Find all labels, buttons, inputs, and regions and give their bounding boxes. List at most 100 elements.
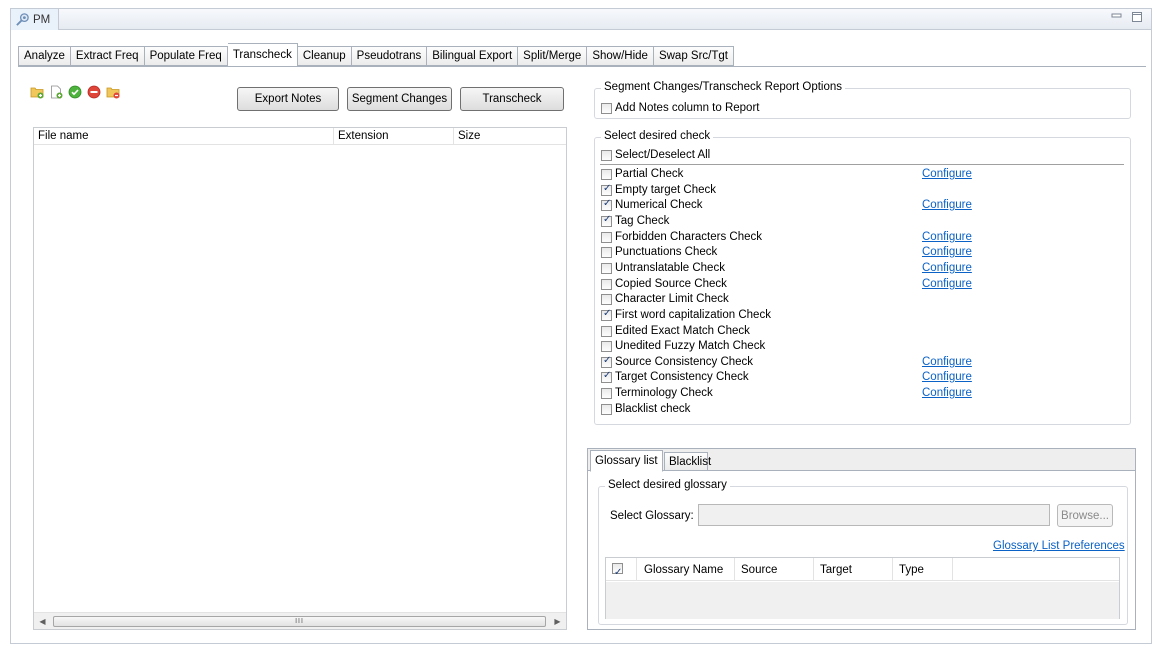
minimize-icon[interactable] xyxy=(1111,11,1123,23)
tag-check-box[interactable] xyxy=(601,214,612,227)
glossary-table[interactable]: Glossary Name Source Target Type xyxy=(605,557,1120,619)
target-consistency-check-checkbox[interactable]: Target Consistency Check xyxy=(601,370,749,383)
tab-analyze[interactable]: Analyze xyxy=(18,46,71,66)
scroll-right-arrow-icon[interactable]: ▶ xyxy=(549,613,566,630)
glossary-header-checkbox[interactable] xyxy=(612,561,623,585)
column-source[interactable]: Source xyxy=(735,558,814,581)
punctuations-check-box[interactable] xyxy=(601,246,612,258)
edited-exact-match-check-checkbox[interactable]: Edited Exact Match Check xyxy=(601,325,750,337)
empty-target-check-checkbox[interactable]: Empty target Check xyxy=(601,183,716,196)
file-table-header: File name Extension Size xyxy=(34,128,566,145)
terminology-check-box[interactable] xyxy=(601,387,612,399)
add-file-icon[interactable] xyxy=(49,85,63,99)
file-toolbar xyxy=(30,85,120,99)
glossary-group-title: Select desired glossary xyxy=(605,479,730,491)
browse-button[interactable]: Browse... xyxy=(1057,504,1113,527)
tab-split-merge[interactable]: Split/Merge xyxy=(518,46,588,66)
column-extension[interactable]: Extension xyxy=(334,128,454,145)
forbidden-characters-check-label: Forbidden Characters Check xyxy=(615,231,763,243)
check-list-separator xyxy=(600,164,1124,165)
column-size[interactable]: Size xyxy=(454,128,566,145)
forbidden-characters-check-box[interactable] xyxy=(601,231,612,243)
first-word-capitalization-check-box[interactable] xyxy=(601,308,612,321)
blacklist-check-box[interactable] xyxy=(601,403,612,415)
add-folder-icon[interactable] xyxy=(30,85,44,99)
column-target[interactable]: Target xyxy=(814,558,893,581)
export-notes-button[interactable]: Export Notes xyxy=(237,87,339,111)
tab-bilingual-export[interactable]: Bilingual Export xyxy=(427,46,519,66)
check-all-icon[interactable] xyxy=(68,85,82,99)
forbidden-characters-check-configure-link[interactable]: Configure xyxy=(922,231,972,243)
numerical-check-checkbox[interactable]: Numerical Check xyxy=(601,198,703,211)
first-word-capitalization-check-checkbox[interactable]: First word capitalization Check xyxy=(601,308,771,321)
tab-transcheck[interactable]: Transcheck xyxy=(227,43,298,67)
remove-icon[interactable] xyxy=(87,85,101,99)
tab-populate-freq[interactable]: Populate Freq xyxy=(144,46,228,66)
terminology-check-checkbox[interactable]: Terminology Check xyxy=(601,387,713,399)
transcheck-button[interactable]: Transcheck xyxy=(460,87,564,111)
untranslatable-check-configure-link[interactable]: Configure xyxy=(922,262,972,274)
segment-changes-button[interactable]: Segment Changes xyxy=(347,87,452,111)
numerical-check-box[interactable] xyxy=(601,198,612,211)
unedited-fuzzy-match-check-box[interactable] xyxy=(601,340,612,352)
file-table[interactable]: File name Extension Size ◀ III ▶ xyxy=(33,127,567,630)
empty-target-check-box[interactable] xyxy=(601,183,612,196)
punctuations-check-configure-link[interactable]: Configure xyxy=(922,246,972,258)
view-tab-pm[interactable]: PM xyxy=(11,9,59,30)
edited-exact-match-check-box[interactable] xyxy=(601,325,612,337)
copied-source-check-checkbox[interactable]: Copied Source Check xyxy=(601,278,727,290)
first-word-capitalization-check-label: First word capitalization Check xyxy=(615,309,771,321)
horizontal-scrollbar[interactable]: ◀ III ▶ xyxy=(34,612,566,629)
character-limit-check-label: Character Limit Check xyxy=(615,293,729,305)
scroll-left-arrow-icon[interactable]: ◀ xyxy=(34,613,51,630)
partial-check-configure-link[interactable]: Configure xyxy=(922,168,972,180)
character-limit-check-box[interactable] xyxy=(601,293,612,305)
tab-blacklist[interactable]: Blacklist xyxy=(664,452,711,471)
target-consistency-check-box[interactable] xyxy=(601,370,612,383)
column-glossary-name[interactable]: Glossary Name xyxy=(637,558,735,581)
tag-check-label: Tag Check xyxy=(615,215,670,227)
tab-swap-src-tgt[interactable]: Swap Src/Tgt xyxy=(653,46,734,66)
glossary-select-field[interactable] xyxy=(698,504,1050,526)
punctuations-check-checkbox[interactable]: Punctuations Check xyxy=(601,246,717,258)
select-glossary-label: Select Glossary: xyxy=(610,510,694,522)
terminology-check-configure-link[interactable]: Configure xyxy=(922,387,972,399)
tab-extract-freq[interactable]: Extract Freq xyxy=(70,46,145,66)
blacklist-check-label: Blacklist check xyxy=(615,403,691,415)
forbidden-characters-check-checkbox[interactable]: Forbidden Characters Check xyxy=(601,231,762,243)
glossary-table-empty-area xyxy=(606,582,1119,619)
select-all-box[interactable] xyxy=(601,149,612,161)
source-consistency-check-configure-link[interactable]: Configure xyxy=(922,356,972,368)
select-all-checkbox[interactable]: Select/Deselect All xyxy=(601,149,710,161)
source-consistency-check-checkbox[interactable]: Source Consistency Check xyxy=(601,355,754,368)
partial-check-checkbox[interactable]: Partial Check xyxy=(601,168,683,180)
add-notes-checkbox[interactable]: Add Notes column to Report xyxy=(601,102,759,114)
tag-check-checkbox[interactable]: Tag Check xyxy=(601,214,670,227)
tab-show-hide[interactable]: Show/Hide xyxy=(587,46,654,66)
add-notes-box[interactable] xyxy=(601,102,612,114)
tab-glossary-list[interactable]: Glossary list xyxy=(590,450,663,472)
character-limit-check-checkbox[interactable]: Character Limit Check xyxy=(601,293,729,305)
glossary-preferences-link[interactable]: Glossary List Preferences xyxy=(993,540,1125,552)
unedited-fuzzy-match-check-checkbox[interactable]: Unedited Fuzzy Match Check xyxy=(601,340,765,352)
column-type[interactable]: Type xyxy=(893,558,953,581)
numerical-check-configure-link[interactable]: Configure xyxy=(922,199,972,211)
tab-pseudotrans[interactable]: Pseudotrans xyxy=(351,46,428,66)
partial-check-box[interactable] xyxy=(601,168,612,180)
column-select-all[interactable] xyxy=(606,558,637,585)
clear-folder-icon[interactable] xyxy=(106,85,120,99)
source-consistency-check-label: Source Consistency Check xyxy=(615,356,754,368)
untranslatable-check-box[interactable] xyxy=(601,262,612,274)
scrollbar-thumb[interactable]: III xyxy=(53,616,546,627)
source-consistency-check-box[interactable] xyxy=(601,355,612,368)
view-title-bar: PM xyxy=(10,8,1152,30)
tab-cleanup[interactable]: Cleanup xyxy=(297,46,352,66)
empty-target-check-label: Empty target Check xyxy=(615,184,716,196)
copied-source-check-configure-link[interactable]: Configure xyxy=(922,278,972,290)
target-consistency-check-configure-link[interactable]: Configure xyxy=(922,371,972,383)
copied-source-check-box[interactable] xyxy=(601,278,612,290)
blacklist-check-checkbox[interactable]: Blacklist check xyxy=(601,403,690,415)
column-file-name[interactable]: File name xyxy=(34,128,334,145)
maximize-icon[interactable] xyxy=(1131,11,1143,23)
untranslatable-check-checkbox[interactable]: Untranslatable Check xyxy=(601,262,725,274)
